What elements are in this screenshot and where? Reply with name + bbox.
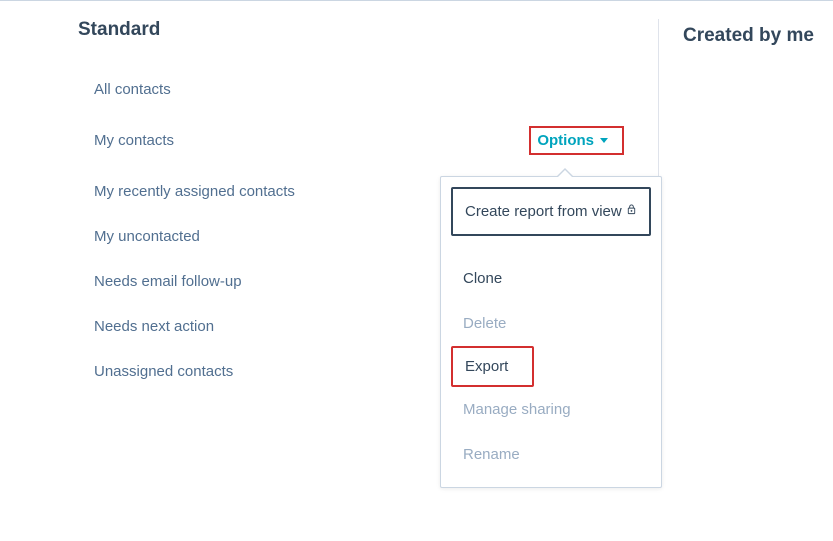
dropdown-item-label: Rename — [463, 446, 520, 463]
list-item-label: Needs next action — [94, 318, 214, 335]
dropdown-item-label: Manage sharing — [463, 401, 571, 418]
list-item-label: My uncontacted — [94, 228, 200, 245]
options-label: Options — [537, 132, 594, 149]
options-highlight: Options — [529, 126, 624, 155]
list-item-label: All contacts — [94, 81, 171, 98]
options-dropdown: Create report from view Clone Delete Exp… — [440, 176, 662, 488]
list-item-label: My recently assigned contacts — [94, 183, 295, 200]
created-by-me-section: Created by me — [658, 19, 833, 474]
standard-title: Standard — [78, 19, 658, 41]
dropdown-manage-sharing: Manage sharing — [451, 387, 651, 432]
dropdown-item-label: Clone — [463, 270, 502, 287]
dropdown-item-label: Create report from view — [465, 203, 622, 220]
dropdown-rename: Rename — [451, 432, 651, 477]
list-item[interactable]: My contacts Options — [94, 112, 658, 169]
dropdown-clone[interactable]: Clone — [451, 256, 651, 301]
dropdown-delete: Delete — [451, 301, 651, 346]
chevron-down-icon — [600, 138, 608, 143]
created-by-me-title: Created by me — [683, 25, 833, 47]
list-item-label: Needs email follow-up — [94, 273, 242, 290]
dropdown-item-label: Export — [465, 358, 508, 375]
list-item[interactable]: All contacts — [94, 67, 658, 112]
dropdown-create-report[interactable]: Create report from view — [451, 187, 651, 236]
lock-icon — [626, 203, 637, 220]
list-item-label: My contacts — [94, 132, 174, 149]
dropdown-export[interactable]: Export — [451, 346, 534, 387]
options-button[interactable]: Options — [537, 132, 608, 149]
list-item-label: Unassigned contacts — [94, 363, 233, 380]
dropdown-item-label: Delete — [463, 315, 506, 332]
